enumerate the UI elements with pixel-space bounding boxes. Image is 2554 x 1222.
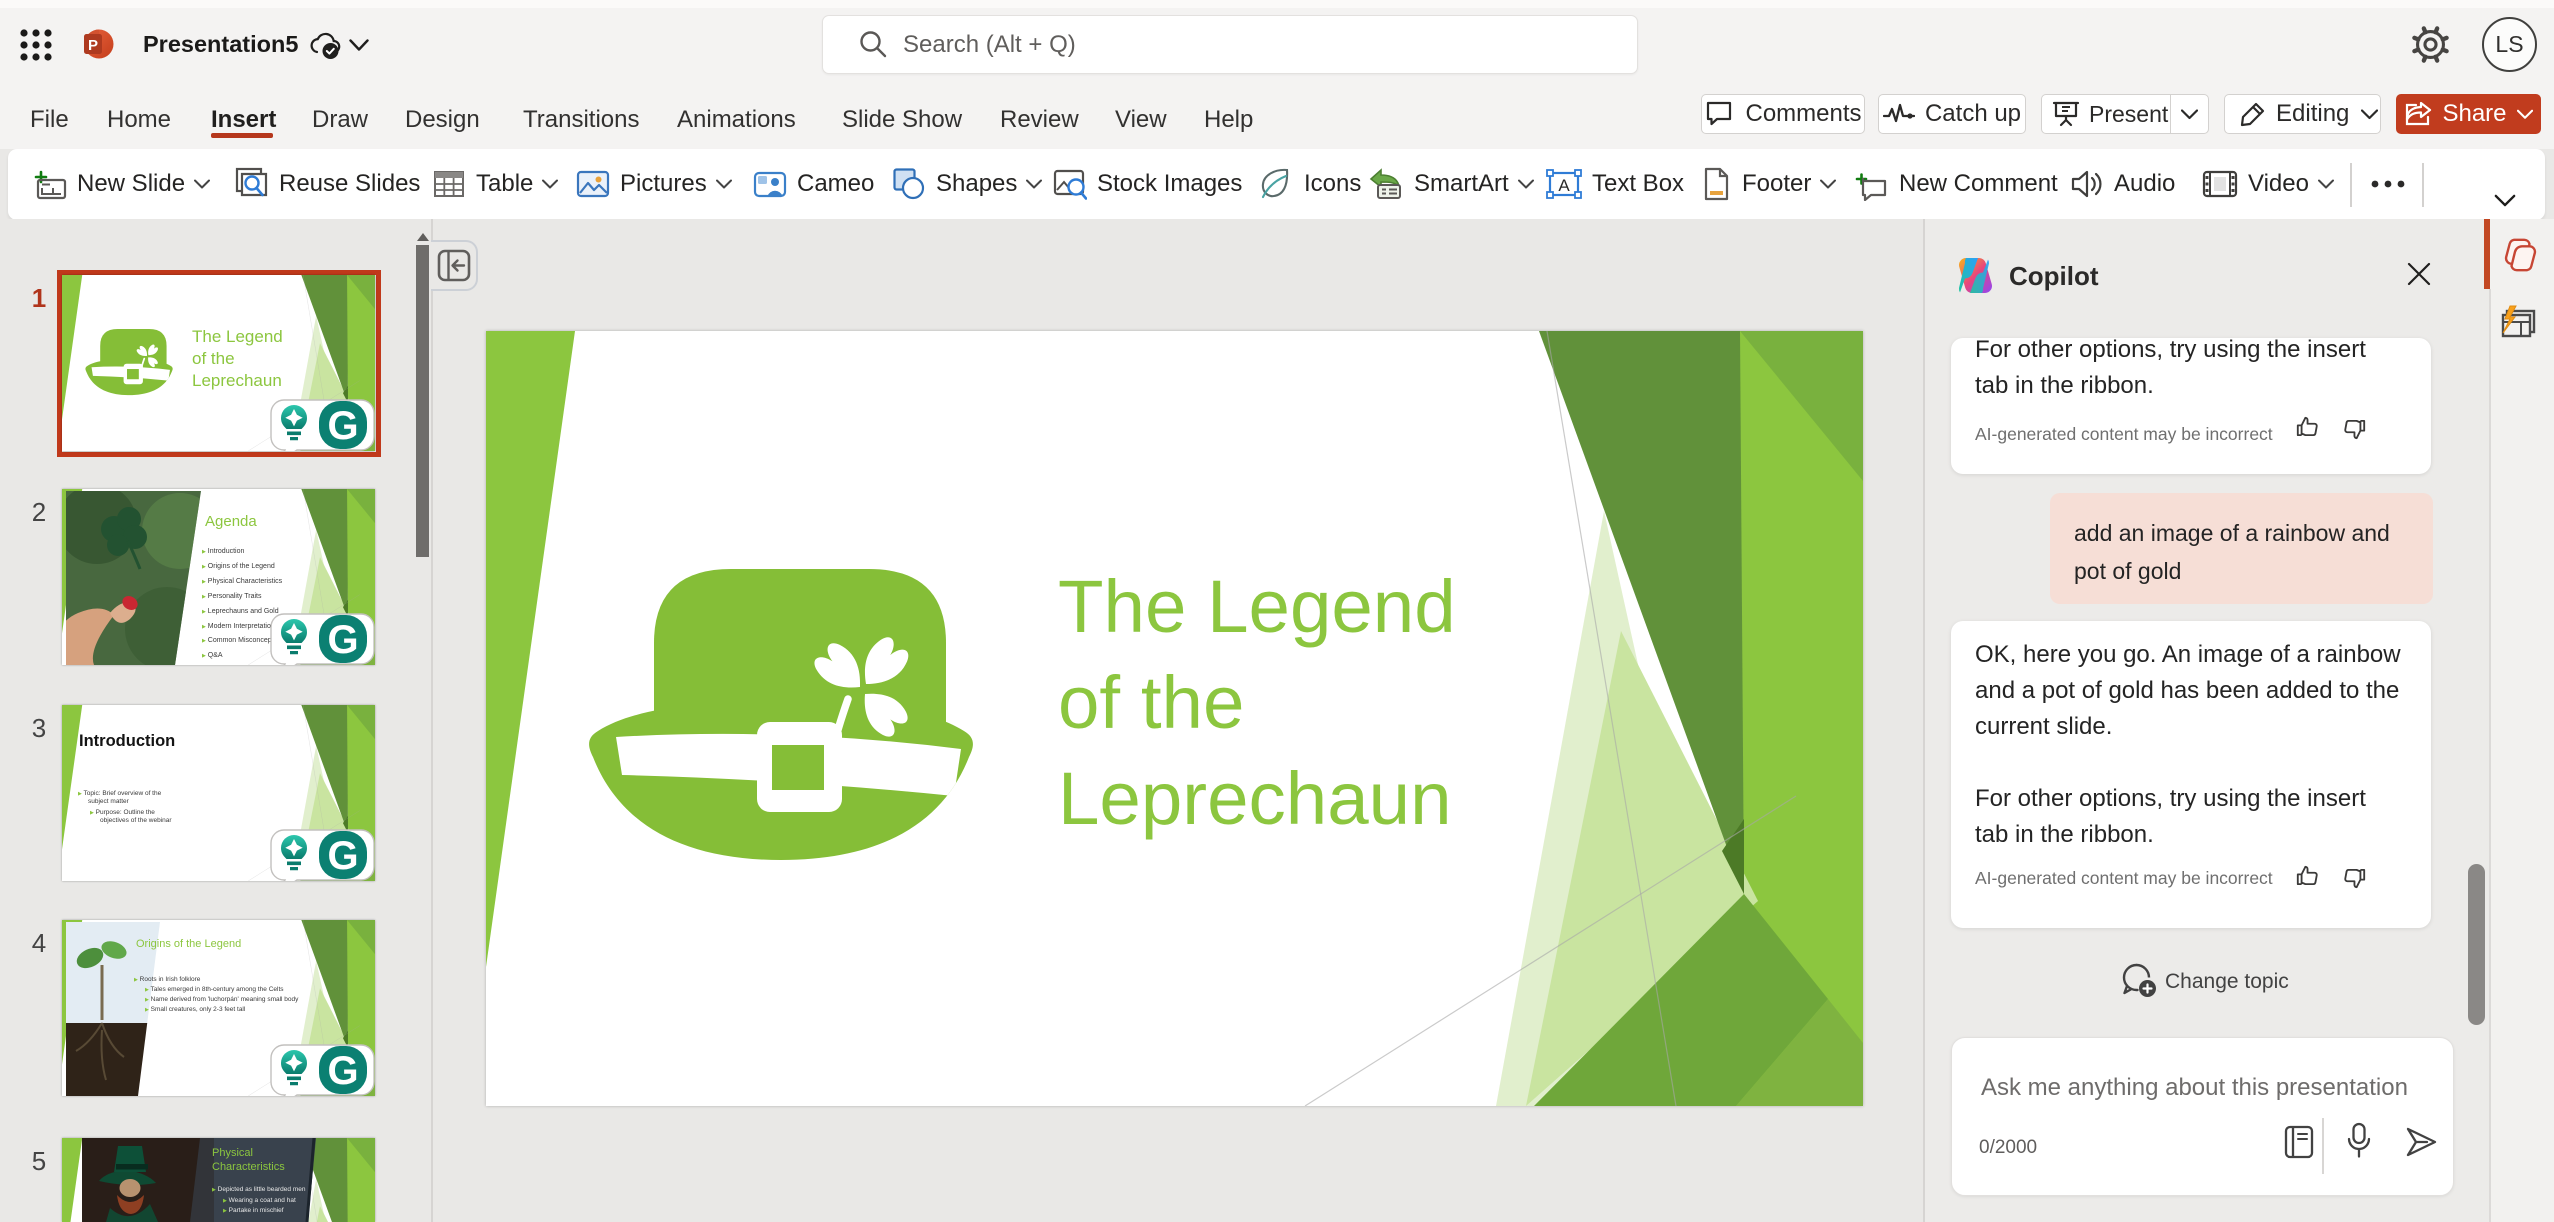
svg-text:P: P: [88, 37, 98, 54]
svg-text:A: A: [1558, 176, 1570, 195]
